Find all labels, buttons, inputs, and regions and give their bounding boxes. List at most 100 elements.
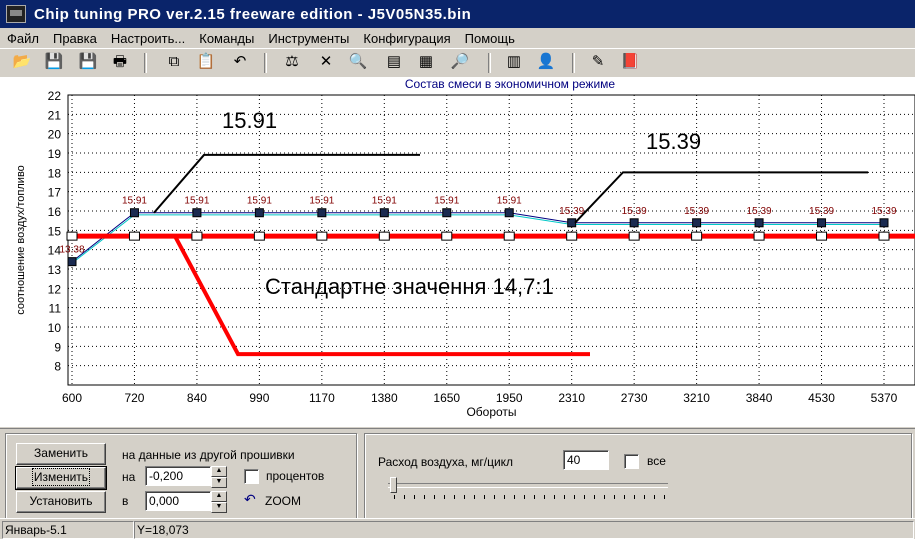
reference-point: [378, 231, 390, 241]
replace-button[interactable]: Заменить: [16, 443, 106, 465]
reference-point: [253, 231, 265, 241]
slider-tick: [654, 495, 655, 499]
zoom-undo-icon[interactable]: ↶: [244, 491, 256, 508]
x-tick-label: 5370: [871, 391, 898, 405]
spin-up-icon[interactable]: ▲: [211, 491, 227, 502]
toolbar: 📂 💾 💾 🖶 ⧉ 📋 ↶ ⚖ ✕ 🔍 ▤ ▦ 🔎 ▥ 👤 ✎ 📕: [0, 48, 915, 78]
data-point: [379, 208, 389, 218]
menu-item-5[interactable]: Конфигурация: [356, 31, 457, 46]
slider-tick: [424, 495, 425, 499]
reference-point: [816, 231, 828, 241]
chip-app-icon: [6, 5, 26, 23]
y-tick-label: 20: [48, 128, 62, 142]
data-point: [692, 218, 702, 228]
x-tick-label: 1650: [433, 391, 460, 405]
menu-item-1[interactable]: Правка: [46, 31, 104, 46]
delta-spinner[interactable]: ▲ ▼: [211, 466, 227, 488]
scales-icon[interactable]: ⚖: [282, 52, 302, 72]
change-button-label: Изменить: [31, 468, 91, 486]
data-label: 15.39: [622, 206, 647, 217]
y-tick-label: 9: [54, 340, 61, 354]
reference-point: [66, 231, 78, 241]
reference-point: [753, 231, 765, 241]
menu-bar: Файл Правка Настроить... Команды Инструменты…: [0, 28, 915, 48]
y-tick-label: 18: [48, 166, 62, 180]
slider-tick: [434, 495, 435, 499]
cut-icon[interactable]: ✕: [316, 52, 336, 72]
set-button[interactable]: Установить: [16, 491, 106, 513]
x-tick-label: 1170: [309, 391, 335, 405]
slider-tick: [584, 495, 585, 499]
x-tick-label: 600: [62, 391, 82, 405]
airflow-slider-thumb[interactable]: [390, 477, 397, 493]
percent-checkbox[interactable]: [244, 469, 259, 484]
slider-tick: [514, 495, 515, 499]
chart-area: 8 9 10 11 12 13 14 15 16 17 18 19 20 21 22 600 720 840 990…: [0, 77, 915, 427]
print-icon[interactable]: 🖶: [110, 52, 130, 72]
slider-tick: [574, 495, 575, 499]
change-button[interactable]: Изменить: [15, 466, 107, 490]
book-icon[interactable]: 📕: [620, 52, 640, 72]
menu-item-3[interactable]: Команды: [192, 31, 261, 46]
chip-icon[interactable]: ▥: [504, 52, 524, 72]
menu-item-0[interactable]: Файл: [0, 31, 46, 46]
slider-tick: [474, 495, 475, 499]
mixture-chart: 8910111213141516171819202122600 720 840 990…: [15, 77, 915, 419]
reference-point: [191, 231, 203, 241]
undo-icon[interactable]: ↶: [230, 52, 250, 72]
config-icon[interactable]: ▦: [416, 52, 436, 72]
delta-input[interactable]: -0,200: [145, 466, 211, 486]
copy-icon[interactable]: ⧉: [164, 52, 184, 72]
data-point: [504, 208, 514, 218]
slider-tick: [544, 495, 545, 499]
zoom-label[interactable]: ZOOM: [265, 494, 301, 508]
slider-tick: [464, 495, 465, 499]
data-label: 15.91: [497, 196, 522, 207]
set-button-label: Установить: [29, 494, 93, 508]
airflow-slider-track[interactable]: [388, 483, 668, 488]
set-value-input[interactable]: 0,000: [145, 491, 211, 511]
spin-down-icon[interactable]: ▼: [211, 477, 227, 488]
y-tick-label: 11: [49, 302, 62, 316]
y-tick-label: 8: [54, 360, 61, 374]
save-icon[interactable]: 💾: [44, 52, 64, 72]
menu-item-2[interactable]: Настроить...: [104, 31, 192, 46]
data-label: 15.91: [122, 196, 147, 207]
percent-label: процентов: [266, 469, 325, 483]
reference-point: [128, 231, 140, 241]
data-label: 15.91: [309, 196, 334, 207]
slider-tick: [494, 495, 495, 499]
menu-item-4[interactable]: Инструменты: [261, 31, 356, 46]
airflow-input[interactable]: 40: [563, 450, 609, 470]
slider-tick: [444, 495, 445, 499]
paste-icon[interactable]: 📋: [196, 52, 216, 72]
open-folder-icon[interactable]: 📂: [12, 52, 32, 72]
slider-tick: [624, 495, 625, 499]
wizard-icon[interactable]: ✎: [588, 52, 608, 72]
set-value-spinner[interactable]: ▲ ▼: [211, 491, 227, 513]
data-point: [254, 208, 264, 218]
user-icon[interactable]: 👤: [536, 52, 556, 72]
spin-down-icon[interactable]: ▼: [211, 502, 227, 513]
save-as-icon[interactable]: 💾: [78, 52, 98, 72]
data-label: 15.91: [247, 196, 272, 207]
menu-item-6[interactable]: Помощь: [458, 31, 522, 46]
x-tick-label: 1380: [371, 391, 398, 405]
all-checkbox[interactable]: [624, 454, 639, 469]
y-tick-label: 15: [48, 224, 62, 238]
slider-tick: [634, 495, 635, 499]
y-tick-label: 12: [48, 282, 62, 296]
reference-point: [503, 231, 515, 241]
data-point: [442, 208, 452, 218]
reference-point: [316, 231, 328, 241]
y-tick-label: 10: [48, 321, 62, 335]
zoom-icon[interactable]: 🔎: [450, 52, 470, 72]
slider-tick: [594, 495, 595, 499]
find-icon[interactable]: 🔍: [348, 52, 368, 72]
spin-up-icon[interactable]: ▲: [211, 466, 227, 477]
table-view-icon[interactable]: ▤: [384, 52, 404, 72]
data-point: [629, 218, 639, 228]
status-bar: Январь-5.1 Y=18,073: [0, 518, 915, 539]
reference-point: [566, 231, 578, 241]
data-point: [129, 208, 139, 218]
